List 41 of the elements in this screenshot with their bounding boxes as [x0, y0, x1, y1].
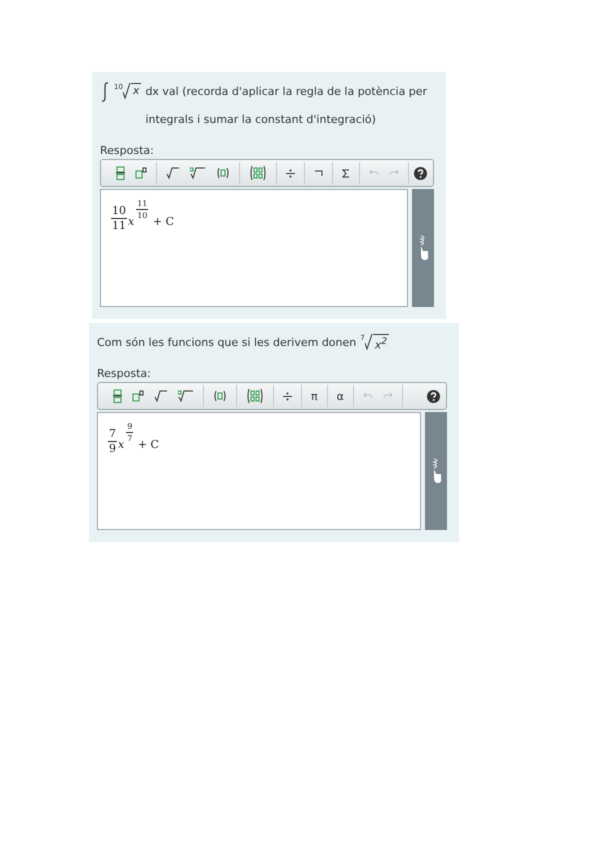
matrix-icon: [246, 388, 264, 404]
handwriting-icon: [430, 458, 442, 484]
handwriting-icon: [417, 235, 429, 261]
question-text: Com són les funcions que si les derivem donen: [97, 335, 356, 351]
undo-icon: [369, 168, 379, 178]
redo-icon: [382, 392, 393, 400]
divide-icon: [286, 168, 295, 178]
nth-root-icon: [190, 167, 206, 179]
square-root-icon: [154, 390, 168, 402]
sigma-icon: [342, 168, 350, 178]
nth-root-icon: [178, 390, 194, 402]
matrix-icon: [249, 165, 267, 181]
help-icon[interactable]: [414, 166, 427, 180]
math-answer: 7 9 x 9 7 + C: [107, 420, 160, 457]
symbol-button[interactable]: π: [307, 385, 322, 407]
radicand: x$^{2}$: [372, 334, 390, 353]
square-root-icon: [166, 167, 180, 179]
handwriting-button[interactable]: [412, 189, 434, 307]
redo-icon: [389, 168, 399, 178]
superscript-icon: [132, 390, 144, 402]
not-sign-icon: [314, 169, 323, 177]
math-answer: 10 11 x 11 10 + C: [110, 197, 176, 234]
divide-icon: [283, 392, 292, 400]
fraction-icon: [116, 166, 125, 180]
symbol-button[interactable]: α: [332, 385, 348, 407]
radical-sign-icon: [364, 334, 373, 350]
brackets-icon: [213, 390, 227, 402]
fraction-icon: [113, 389, 122, 403]
answer-editor[interactable]: 10 11 x 11 10 + C: [100, 189, 408, 307]
integral-icon: [100, 81, 110, 103]
handwriting-button[interactable]: [425, 412, 447, 530]
radical-sign-icon: [122, 83, 131, 99]
undo-icon: [362, 392, 373, 400]
brackets-icon: [216, 167, 230, 179]
answer-label: Resposta:: [100, 144, 155, 157]
answer-editor[interactable]: 7 9 x 9 7 + C: [97, 412, 421, 530]
question-text: dx val (recorda d'aplicar la regla de la potència per integrals i sumar la constant d'integració): [145, 84, 428, 128]
superscript-icon: [135, 167, 147, 179]
answer-label: Resposta:: [97, 367, 152, 380]
help-icon[interactable]: [427, 390, 440, 402]
radicand: x: [130, 83, 142, 98]
